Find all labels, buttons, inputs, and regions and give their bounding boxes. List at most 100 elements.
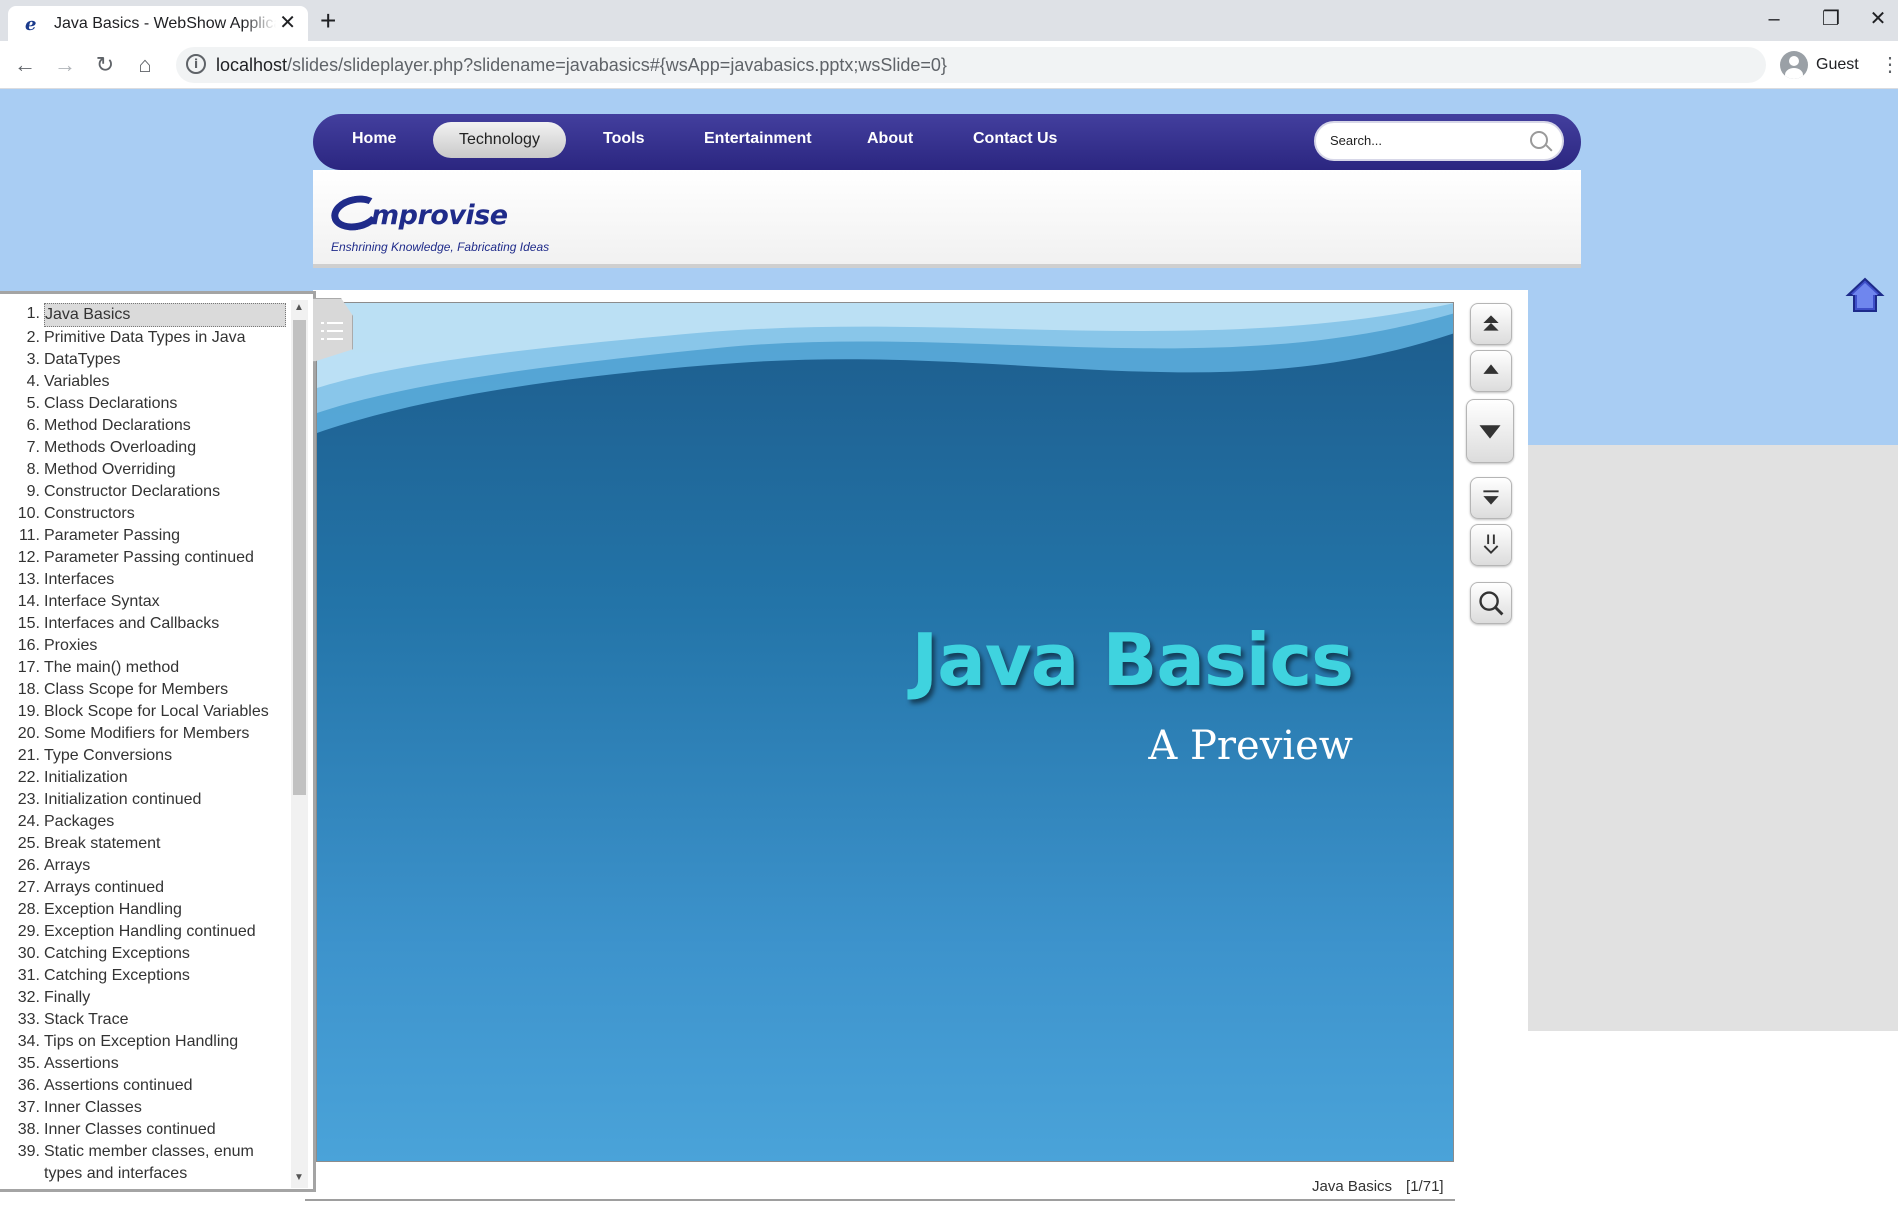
outline-item[interactable]: 18. Class Scope for Members: [0, 679, 290, 701]
outline-item[interactable]: 13. Interfaces: [0, 569, 290, 591]
outline-item-label: Exception Handling: [44, 901, 182, 918]
first-slide-button[interactable]: [1470, 303, 1512, 345]
outline-item-number: 3.: [26, 351, 40, 368]
nav-contact-us[interactable]: Contact Us: [973, 130, 1057, 148]
outline-item[interactable]: 26. Arrays: [0, 855, 290, 877]
scroll-up-icon[interactable]: ▲: [294, 302, 304, 313]
site-info-icon[interactable]: i: [186, 54, 206, 74]
outline-item[interactable]: 16. Proxies: [0, 635, 290, 657]
previous-slide-button[interactable]: [1470, 350, 1512, 392]
outline-item[interactable]: 36. Assertions continued: [0, 1075, 290, 1097]
outline-item[interactable]: 8. Method Overriding: [0, 459, 290, 481]
address-url[interactable]: localhost/slides/slideplayer.php?slidena…: [216, 55, 947, 76]
outline-item-number: 36.: [17, 1077, 40, 1094]
nav-entertainment[interactable]: Entertainment: [704, 130, 812, 148]
outline-item-label: Primitive Data Types in Java: [44, 329, 246, 346]
outline-item[interactable]: 23. Initialization continued: [0, 789, 290, 811]
outline-item[interactable]: 5. Class Declarations: [0, 393, 290, 415]
zoom-button[interactable]: [1470, 582, 1512, 624]
browser-tab[interactable]: e Java Basics - WebShow Application ✕: [8, 6, 308, 41]
search-icon[interactable]: [1530, 131, 1548, 149]
nav-technology[interactable]: Technology: [433, 122, 566, 158]
outline-item-label: Methods Overloading: [44, 439, 197, 456]
jump-slide-button[interactable]: [1470, 524, 1512, 566]
back-icon[interactable]: ←: [10, 50, 40, 80]
close-window-icon[interactable]: ✕: [1858, 4, 1898, 34]
outline-scroll-thumb[interactable]: [293, 320, 306, 795]
outline-item[interactable]: 27. Arrays continued: [0, 877, 290, 899]
browser-menu-icon[interactable]: ⋮: [1880, 50, 1898, 80]
last-slide-button[interactable]: [1470, 477, 1512, 519]
outline-item[interactable]: 35. Assertions: [0, 1053, 290, 1075]
outline-item[interactable]: 37. Inner Classes: [0, 1097, 290, 1119]
home-browser-icon[interactable]: ⌂: [130, 50, 160, 80]
logo[interactable]: mprovise: [371, 200, 508, 231]
outline-item-number: 10.: [17, 505, 40, 522]
slide-canvas[interactable]: Java Basics A Preview: [316, 302, 1454, 1162]
outline-item-number: 31.: [17, 967, 40, 984]
outline-item[interactable]: 1. Java Basics: [0, 303, 290, 327]
outline-item[interactable]: 11. Parameter Passing: [0, 525, 290, 547]
logo-tagline: Enshrining Knowledge, Fabricating Ideas: [331, 240, 550, 254]
outline-item-label: Constructor Declarations: [44, 483, 221, 500]
outline-item[interactable]: 34. Tips on Exception Handling: [0, 1031, 290, 1053]
outline-item-number: 27.: [17, 879, 40, 896]
outline-item[interactable]: 2. Primitive Data Types in Java: [0, 327, 290, 349]
nav-about[interactable]: About: [867, 130, 913, 148]
outline-item[interactable]: 21. Type Conversions: [0, 745, 290, 767]
outline-item-number: 39.: [17, 1143, 40, 1160]
home-icon[interactable]: [1845, 275, 1885, 315]
forward-icon[interactable]: →: [50, 50, 80, 80]
outline-item-label: Type Conversions: [44, 747, 173, 764]
outline-item[interactable]: 38. Inner Classes continued: [0, 1119, 290, 1141]
outline-item-number: 2.: [26, 329, 40, 346]
nav-home[interactable]: Home: [352, 130, 396, 148]
scroll-down-icon[interactable]: ▼: [294, 1172, 304, 1183]
outline-item[interactable]: 29. Exception Handling continued: [0, 921, 290, 943]
outline-item[interactable]: 7. Methods Overloading: [0, 437, 290, 459]
outline-item[interactable]: 15. Interfaces and Callbacks: [0, 613, 290, 635]
restore-icon[interactable]: ❐: [1811, 4, 1851, 34]
outline-item[interactable]: 9. Constructor Declarations: [0, 481, 290, 503]
outline-item[interactable]: 33. Stack Trace: [0, 1009, 290, 1031]
outline-item-number: 24.: [17, 813, 40, 830]
outline-item[interactable]: 20. Some Modifiers for Members: [0, 723, 290, 745]
next-slide-button[interactable]: [1466, 399, 1514, 463]
outline-item[interactable]: 30. Catching Exceptions: [0, 943, 290, 965]
outline-item[interactable]: 22. Initialization: [0, 767, 290, 789]
outline-item[interactable]: 19. Block Scope for Local Variables: [0, 701, 290, 723]
outline-item[interactable]: 4. Variables: [0, 371, 290, 393]
outline-item-label: Parameter Passing continued: [44, 549, 254, 566]
outline-item-label: Constructors: [44, 505, 135, 522]
outline-item[interactable]: 3. DataTypes: [0, 349, 290, 371]
outline-item-label: Initialization continued: [44, 791, 202, 808]
outline-item[interactable]: 12. Parameter Passing continued: [0, 547, 290, 569]
outline-item-number: 14.: [17, 593, 40, 610]
address-bar[interactable]: i localhost/slides/slideplayer.php?slide…: [176, 47, 1766, 83]
slide-controls: [1462, 302, 1520, 642]
outline-item-label: Non Static Member Classes: [44, 1185, 242, 1188]
reload-icon[interactable]: ↻: [90, 50, 120, 80]
outline-item[interactable]: 6. Method Declarations: [0, 415, 290, 437]
site-search-input[interactable]: Search...: [1314, 121, 1564, 161]
outline-item[interactable]: 28. Exception Handling: [0, 899, 290, 921]
outline-item[interactable]: 31. Catching Exceptions: [0, 965, 290, 987]
outline-item[interactable]: 14. Interface Syntax: [0, 591, 290, 613]
outline-item[interactable]: 24. Packages: [0, 811, 290, 833]
outline-item-label: Catching Exceptions: [44, 945, 190, 962]
slide-outline-panel: 1. Java Basics 2. Primitive Data Types in J…: [0, 291, 316, 1192]
new-tab-icon[interactable]: +: [320, 6, 336, 36]
outline-item[interactable]: 17. The main() method: [0, 657, 290, 679]
outline-item[interactable]: 32. Finally: [0, 987, 290, 1009]
outline-scrollbar[interactable]: ▲ ▼: [291, 300, 308, 1188]
outline-item[interactable]: 40.Non Static Member Classes: [0, 1185, 290, 1188]
outline-item-label: Some Modifiers for Members: [44, 725, 250, 742]
outline-item-number: 19.: [17, 703, 40, 720]
nav-tools[interactable]: Tools: [603, 130, 644, 148]
outline-item[interactable]: 39. Static member classes, enum types and…: [0, 1141, 290, 1185]
outline-item[interactable]: 25. Break statement: [0, 833, 290, 855]
outline-item[interactable]: 10. Constructors: [0, 503, 290, 525]
close-tab-icon[interactable]: ✕: [279, 13, 296, 33]
minimize-icon[interactable]: –: [1754, 4, 1794, 34]
profile-button[interactable]: Guest: [1776, 47, 1866, 83]
